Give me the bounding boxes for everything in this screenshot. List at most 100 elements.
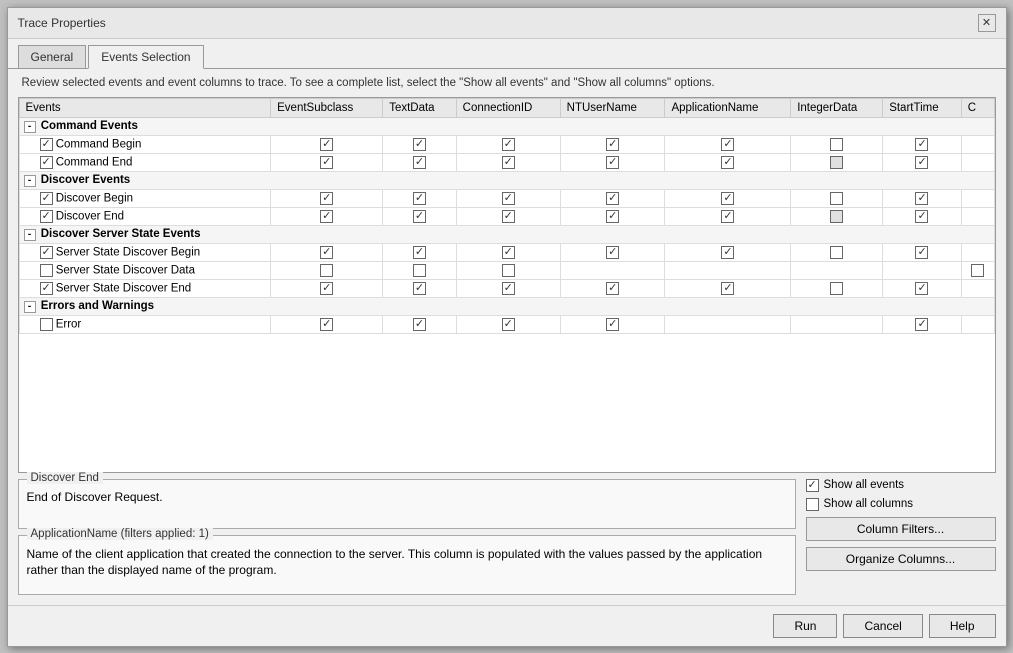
cell-checkbox[interactable]: [320, 318, 333, 331]
group-label-errors: Errors and Warnings: [41, 300, 154, 312]
application-name-box: ApplicationName (filters applied: 1) Nam…: [18, 535, 796, 595]
group-toggle-discover[interactable]: -: [24, 175, 36, 187]
events-table-container[interactable]: Events EventSubclass TextData Connection…: [18, 97, 996, 473]
group-toggle-command[interactable]: -: [24, 121, 36, 133]
main-content: Events EventSubclass TextData Connection…: [8, 97, 1006, 605]
cell-checkbox[interactable]: [830, 246, 843, 259]
event-name: Command End: [19, 153, 271, 171]
application-name-text: Name of the client application that crea…: [27, 542, 787, 580]
cell-checkbox[interactable]: [606, 192, 619, 205]
cell-checkbox[interactable]: [502, 282, 515, 295]
discover-end-title: Discover End: [27, 472, 103, 484]
cancel-button[interactable]: Cancel: [843, 614, 922, 638]
cell-checkbox[interactable]: [320, 138, 333, 151]
cell-checkbox[interactable]: [606, 246, 619, 259]
run-button[interactable]: Run: [773, 614, 837, 638]
show-all-events-checkbox[interactable]: [806, 479, 819, 492]
group-label-discover: Discover Events: [41, 174, 131, 186]
cell-checkbox[interactable]: [830, 192, 843, 205]
event-name: Discover End: [19, 207, 271, 225]
group-toggle-server-state[interactable]: -: [24, 229, 36, 241]
group-label-command: Command Events: [41, 120, 138, 132]
cell-checkbox[interactable]: [606, 156, 619, 169]
cell-checkbox[interactable]: [915, 156, 928, 169]
row-checkbox[interactable]: [40, 210, 53, 223]
show-all-columns-label: Show all columns: [824, 498, 913, 510]
cell-checkbox[interactable]: [915, 318, 928, 331]
dialog-title: Trace Properties: [18, 16, 106, 30]
cell-checkbox[interactable]: [830, 138, 843, 151]
description-text: Review selected events and event columns…: [8, 69, 1006, 97]
cell-checkbox[interactable]: [320, 192, 333, 205]
group-errors-warnings: - Errors and Warnings: [19, 297, 994, 315]
tab-events-selection[interactable]: Events Selection: [88, 45, 203, 69]
event-name: Discover Begin: [19, 189, 271, 207]
cell-checkbox[interactable]: [721, 156, 734, 169]
cell-checkbox[interactable]: [413, 318, 426, 331]
group-toggle-errors[interactable]: -: [24, 301, 36, 313]
cell-checkbox[interactable]: [413, 156, 426, 169]
col-ntusername: NTUserName: [560, 98, 665, 117]
bottom-left-panel: Discover End End of Discover Request. Ap…: [18, 479, 796, 595]
cell-checkbox[interactable]: [915, 192, 928, 205]
cell-checkbox[interactable]: [413, 210, 426, 223]
cell-checkbox[interactable]: [606, 138, 619, 151]
cell-checkbox[interactable]: [915, 210, 928, 223]
organize-columns-button[interactable]: Organize Columns...: [806, 547, 996, 571]
cell-checkbox[interactable]: [606, 282, 619, 295]
event-name: Server State Discover Data: [19, 261, 271, 279]
col-eventsubclass: EventSubclass: [271, 98, 383, 117]
row-checkbox[interactable]: [40, 282, 53, 295]
col-connectionid: ConnectionID: [456, 98, 560, 117]
row-checkbox[interactable]: [40, 156, 53, 169]
row-checkbox[interactable]: [40, 246, 53, 259]
show-all-events-row: Show all events: [806, 479, 996, 492]
cell-checkbox[interactable]: [606, 318, 619, 331]
cell-checkbox[interactable]: [502, 264, 515, 277]
show-all-columns-checkbox[interactable]: [806, 498, 819, 511]
cell-checkbox[interactable]: [320, 156, 333, 169]
cell-checkbox[interactable]: [830, 156, 843, 169]
cell-checkbox[interactable]: [502, 138, 515, 151]
cell-checkbox[interactable]: [413, 282, 426, 295]
application-name-title: ApplicationName (filters applied: 1): [27, 528, 213, 540]
cell-checkbox[interactable]: [721, 192, 734, 205]
cell-checkbox[interactable]: [502, 210, 515, 223]
column-filters-button[interactable]: Column Filters...: [806, 517, 996, 541]
cell-checkbox[interactable]: [320, 282, 333, 295]
table-body: - Command Events Command Begin: [19, 117, 994, 333]
cell-checkbox[interactable]: [721, 210, 734, 223]
row-checkbox[interactable]: [40, 192, 53, 205]
cell-checkbox[interactable]: [502, 156, 515, 169]
cell-checkbox[interactable]: [320, 210, 333, 223]
cell-checkbox[interactable]: [971, 264, 984, 277]
cell-checkbox[interactable]: [830, 210, 843, 223]
cell-checkbox[interactable]: [721, 246, 734, 259]
cell-checkbox[interactable]: [915, 282, 928, 295]
row-checkbox[interactable]: [40, 318, 53, 331]
close-button[interactable]: ✕: [978, 14, 996, 32]
cell-checkbox[interactable]: [830, 282, 843, 295]
help-button[interactable]: Help: [929, 614, 996, 638]
col-starttime: StartTime: [883, 98, 962, 117]
row-checkbox[interactable]: [40, 264, 53, 277]
cell-checkbox[interactable]: [502, 192, 515, 205]
cell-checkbox[interactable]: [606, 210, 619, 223]
cell-checkbox[interactable]: [413, 246, 426, 259]
cell-checkbox[interactable]: [320, 246, 333, 259]
cell-checkbox[interactable]: [721, 282, 734, 295]
tab-general[interactable]: General: [18, 45, 87, 68]
cell-checkbox[interactable]: [413, 192, 426, 205]
cell-checkbox[interactable]: [413, 138, 426, 151]
table-row: Command Begin: [19, 135, 994, 153]
cell-checkbox[interactable]: [915, 138, 928, 151]
cell-checkbox[interactable]: [721, 138, 734, 151]
cell-checkbox[interactable]: [915, 246, 928, 259]
cell-checkbox[interactable]: [413, 264, 426, 277]
cell-checkbox[interactable]: [320, 264, 333, 277]
show-all-events-label: Show all events: [824, 479, 905, 491]
row-checkbox[interactable]: [40, 138, 53, 151]
cell-checkbox[interactable]: [502, 318, 515, 331]
cell-checkbox[interactable]: [502, 246, 515, 259]
title-bar: Trace Properties ✕: [8, 8, 1006, 39]
